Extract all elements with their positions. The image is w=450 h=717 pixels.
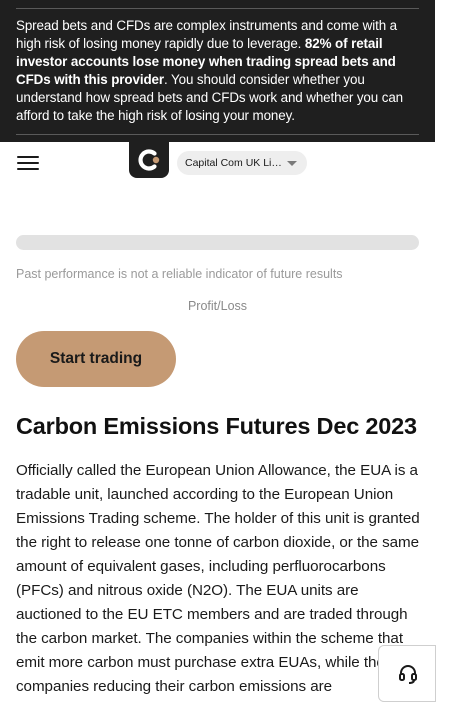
headset-support-icon xyxy=(399,665,417,684)
article-title: Carbon Emissions Futures Dec 2023 xyxy=(16,413,417,439)
article-body: Officially called the European Union All… xyxy=(16,462,420,695)
capital-com-logo-icon[interactable] xyxy=(129,142,169,178)
support-chat-button[interactable] xyxy=(378,645,436,702)
entity-selector-dropdown[interactable]: Capital Com UK Lim... xyxy=(177,151,307,175)
risk-warning-text: Spread bets and CFDs are complex instrum… xyxy=(16,8,419,135)
start-trading-button[interactable]: Start trading xyxy=(16,331,176,387)
chevron-down-icon xyxy=(287,161,297,166)
performance-disclaimer: Past performance is not a reliable indic… xyxy=(16,267,343,281)
risk-warning-banner: Spread bets and CFDs are complex instrum… xyxy=(0,0,435,142)
chart-loading-placeholder xyxy=(16,235,419,250)
top-navigation-bar: Capital Com UK Lim... xyxy=(0,142,435,186)
hamburger-menu-icon[interactable] xyxy=(17,156,39,172)
entity-selector-label: Capital Com UK Lim... xyxy=(185,157,283,169)
profit-loss-label: Profit/Loss xyxy=(187,299,248,313)
